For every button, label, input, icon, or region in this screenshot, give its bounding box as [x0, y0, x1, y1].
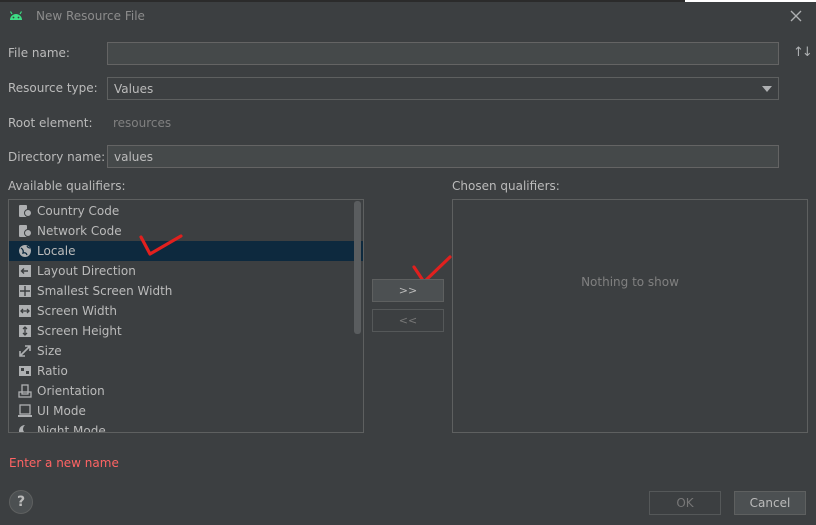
resource-type-value: Values [114, 82, 154, 96]
list-item-screen-width[interactable]: Screen Width [9, 301, 363, 321]
list-item-label: UI Mode [37, 404, 86, 418]
list-item-locale[interactable]: Locale [9, 241, 363, 261]
list-item-ui-mode[interactable]: UI Mode [9, 401, 363, 421]
sort-icon[interactable]: ↑↓ [793, 45, 813, 60]
available-qualifiers-list[interactable]: Country Code Network Code Locale Layout … [8, 199, 364, 433]
empty-state-text: Nothing to show [581, 275, 679, 289]
size-icon [19, 345, 31, 357]
globe-icon [19, 245, 31, 257]
root-element-value: resources [113, 116, 172, 130]
list-item-size[interactable]: Size [9, 341, 363, 361]
list-scrollbar[interactable] [354, 201, 361, 334]
root-element-label: Root element: [8, 116, 93, 130]
resource-type-dropdown[interactable]: Values [107, 77, 779, 100]
help-button[interactable]: ? [9, 490, 33, 514]
list-item-label: Smallest Screen Width [37, 284, 173, 298]
list-item-network-code[interactable]: Network Code [9, 221, 363, 241]
android-icon [9, 11, 23, 20]
list-item-label: Locale [37, 244, 76, 258]
list-item-label: Screen Width [37, 304, 117, 318]
list-item-orientation[interactable]: Orientation [9, 381, 363, 401]
add-qualifier-button[interactable]: >> [372, 279, 444, 302]
close-icon[interactable] [788, 8, 804, 24]
chevron-down-icon [762, 86, 772, 92]
ok-button[interactable]: OK [649, 491, 721, 515]
chosen-qualifiers-list[interactable]: Nothing to show [452, 199, 808, 433]
cancel-button[interactable]: Cancel [734, 491, 806, 515]
file-name-input[interactable] [107, 42, 779, 65]
layout-direction-icon [19, 265, 31, 277]
list-item-label: Layout Direction [37, 264, 136, 278]
list-item-night-mode[interactable]: Night Mode [9, 421, 363, 433]
screen-width-icon [19, 305, 31, 317]
list-item-layout-direction[interactable]: Layout Direction [9, 261, 363, 281]
network-code-icon [19, 225, 32, 237]
validation-error: Enter a new name [9, 456, 119, 470]
resource-type-label: Resource type: [8, 81, 98, 95]
night-mode-icon [19, 424, 32, 432]
list-item-label: Country Code [37, 204, 120, 218]
list-item-ratio[interactable]: Ratio [9, 361, 363, 381]
list-item-label: Ratio [37, 364, 68, 378]
country-code-icon [19, 205, 32, 217]
list-item-screen-height[interactable]: Screen Height [9, 321, 363, 341]
window-edge-highlight [685, 0, 816, 2]
directory-name-input[interactable] [107, 145, 779, 168]
list-item-label: Orientation [37, 384, 105, 398]
chosen-qualifiers-label: Chosen qualifiers: [452, 179, 560, 193]
file-name-label: File name: [8, 46, 70, 60]
annotation-checkmark-icon [139, 234, 183, 256]
list-item-label: Network Code [37, 224, 122, 238]
screen-height-icon [19, 325, 31, 337]
smallest-width-icon [19, 285, 31, 297]
orientation-icon [18, 384, 32, 398]
ui-mode-icon [18, 404, 32, 417]
list-item-label: Screen Height [37, 324, 122, 338]
ratio-icon [19, 366, 31, 376]
window-title: New Resource File [36, 9, 145, 23]
remove-qualifier-button[interactable]: << [372, 309, 444, 332]
available-qualifiers-label: Available qualifiers: [8, 179, 126, 193]
list-item-country-code[interactable]: Country Code [9, 201, 363, 221]
list-item-label: Size [37, 344, 62, 358]
directory-name-label: Directory name: [8, 150, 106, 164]
list-item-label: Night Mode [37, 424, 106, 433]
list-item-smallest-screen-width[interactable]: Smallest Screen Width [9, 281, 363, 301]
